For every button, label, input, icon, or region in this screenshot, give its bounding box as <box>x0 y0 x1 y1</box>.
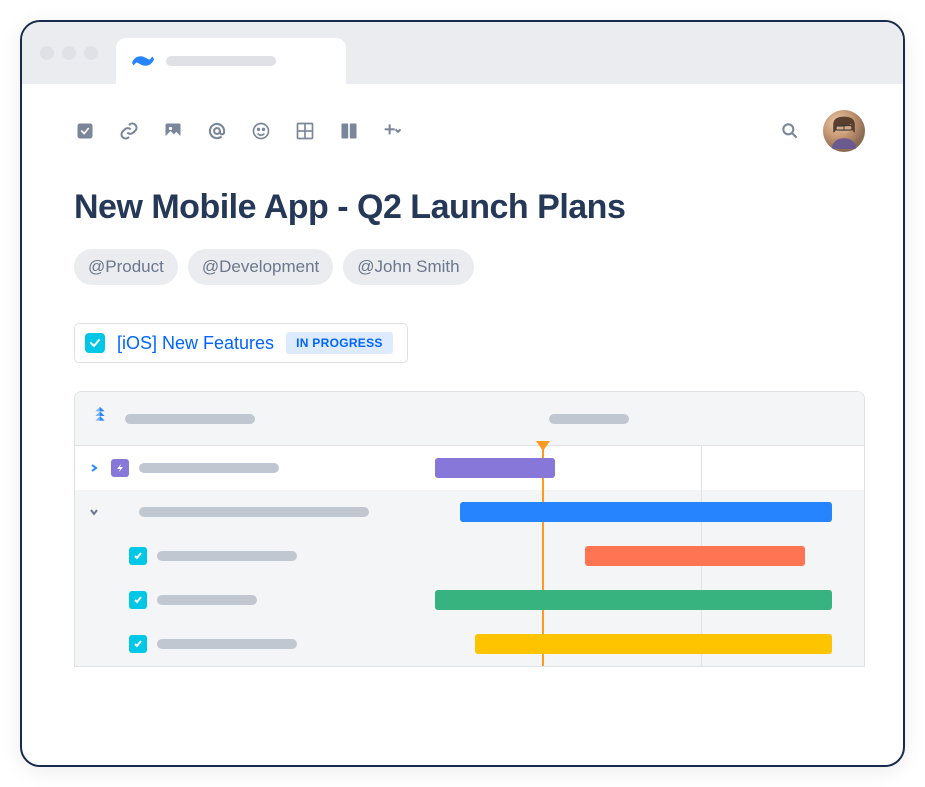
traffic-dot <box>40 46 54 60</box>
issue-title: [iOS] New Features <box>117 333 274 354</box>
editor-toolbar <box>74 110 865 152</box>
item-placeholder <box>139 507 369 517</box>
today-line <box>542 534 544 578</box>
task-checkbox-icon <box>129 547 147 565</box>
confluence-icon <box>132 50 154 72</box>
mention-icon[interactable] <box>206 120 228 142</box>
jira-issue-card[interactable]: [iOS] New Features IN PROGRESS <box>74 323 408 363</box>
tag[interactable]: @John Smith <box>343 249 473 285</box>
action-item-icon[interactable] <box>74 120 96 142</box>
task-checkbox-icon <box>129 635 147 653</box>
tab-label-placeholder <box>166 56 276 66</box>
item-placeholder <box>157 551 297 561</box>
layout-icon[interactable] <box>338 120 360 142</box>
timeline-bar[interactable] <box>475 634 832 654</box>
app-window: New Mobile App - Q2 Launch Plans @Produc… <box>20 20 905 767</box>
search-icon[interactable] <box>779 120 801 142</box>
epic-icon <box>111 459 129 477</box>
jira-icon <box>89 405 111 432</box>
item-placeholder <box>139 463 279 473</box>
roadmap-row[interactable] <box>75 622 864 666</box>
item-placeholder <box>157 639 297 649</box>
status-badge: IN PROGRESS <box>286 332 393 354</box>
page-content: New Mobile App - Q2 Launch Plans @Produc… <box>22 84 903 667</box>
image-icon[interactable] <box>162 120 184 142</box>
avatar[interactable] <box>823 110 865 152</box>
chevron-right-icon[interactable] <box>87 461 101 475</box>
tag[interactable]: @Development <box>188 249 333 285</box>
task-type-icon <box>85 333 105 353</box>
page-title[interactable]: New Mobile App - Q2 Launch Plans <box>74 188 865 227</box>
browser-tab[interactable] <box>116 38 346 84</box>
roadmap-body <box>75 446 864 666</box>
titlebar <box>22 22 903 84</box>
header-placeholder <box>125 414 255 424</box>
roadmap-header <box>75 392 864 446</box>
timeline-bar[interactable] <box>585 546 805 566</box>
tags-row: @Product @Development @John Smith <box>74 249 865 285</box>
emoji-icon[interactable] <box>250 120 272 142</box>
traffic-lights <box>40 46 98 60</box>
roadmap-row[interactable] <box>75 446 864 490</box>
link-icon[interactable] <box>118 120 140 142</box>
timeline-bar[interactable] <box>435 590 832 610</box>
chevron-down-icon[interactable] <box>87 505 101 519</box>
task-checkbox-icon <box>129 591 147 609</box>
roadmap-row[interactable] <box>75 578 864 622</box>
table-icon[interactable] <box>294 120 316 142</box>
timeline-bar[interactable] <box>460 502 832 522</box>
header-placeholder <box>549 414 629 424</box>
tag[interactable]: @Product <box>74 249 178 285</box>
traffic-dot <box>62 46 76 60</box>
insert-more-icon[interactable] <box>382 120 404 142</box>
roadmap-row[interactable] <box>75 490 864 534</box>
grid-line <box>701 446 702 490</box>
roadmap-row[interactable] <box>75 534 864 578</box>
roadmap-panel <box>74 391 865 667</box>
timeline-bar[interactable] <box>435 458 555 478</box>
traffic-dot <box>84 46 98 60</box>
item-placeholder <box>157 595 257 605</box>
